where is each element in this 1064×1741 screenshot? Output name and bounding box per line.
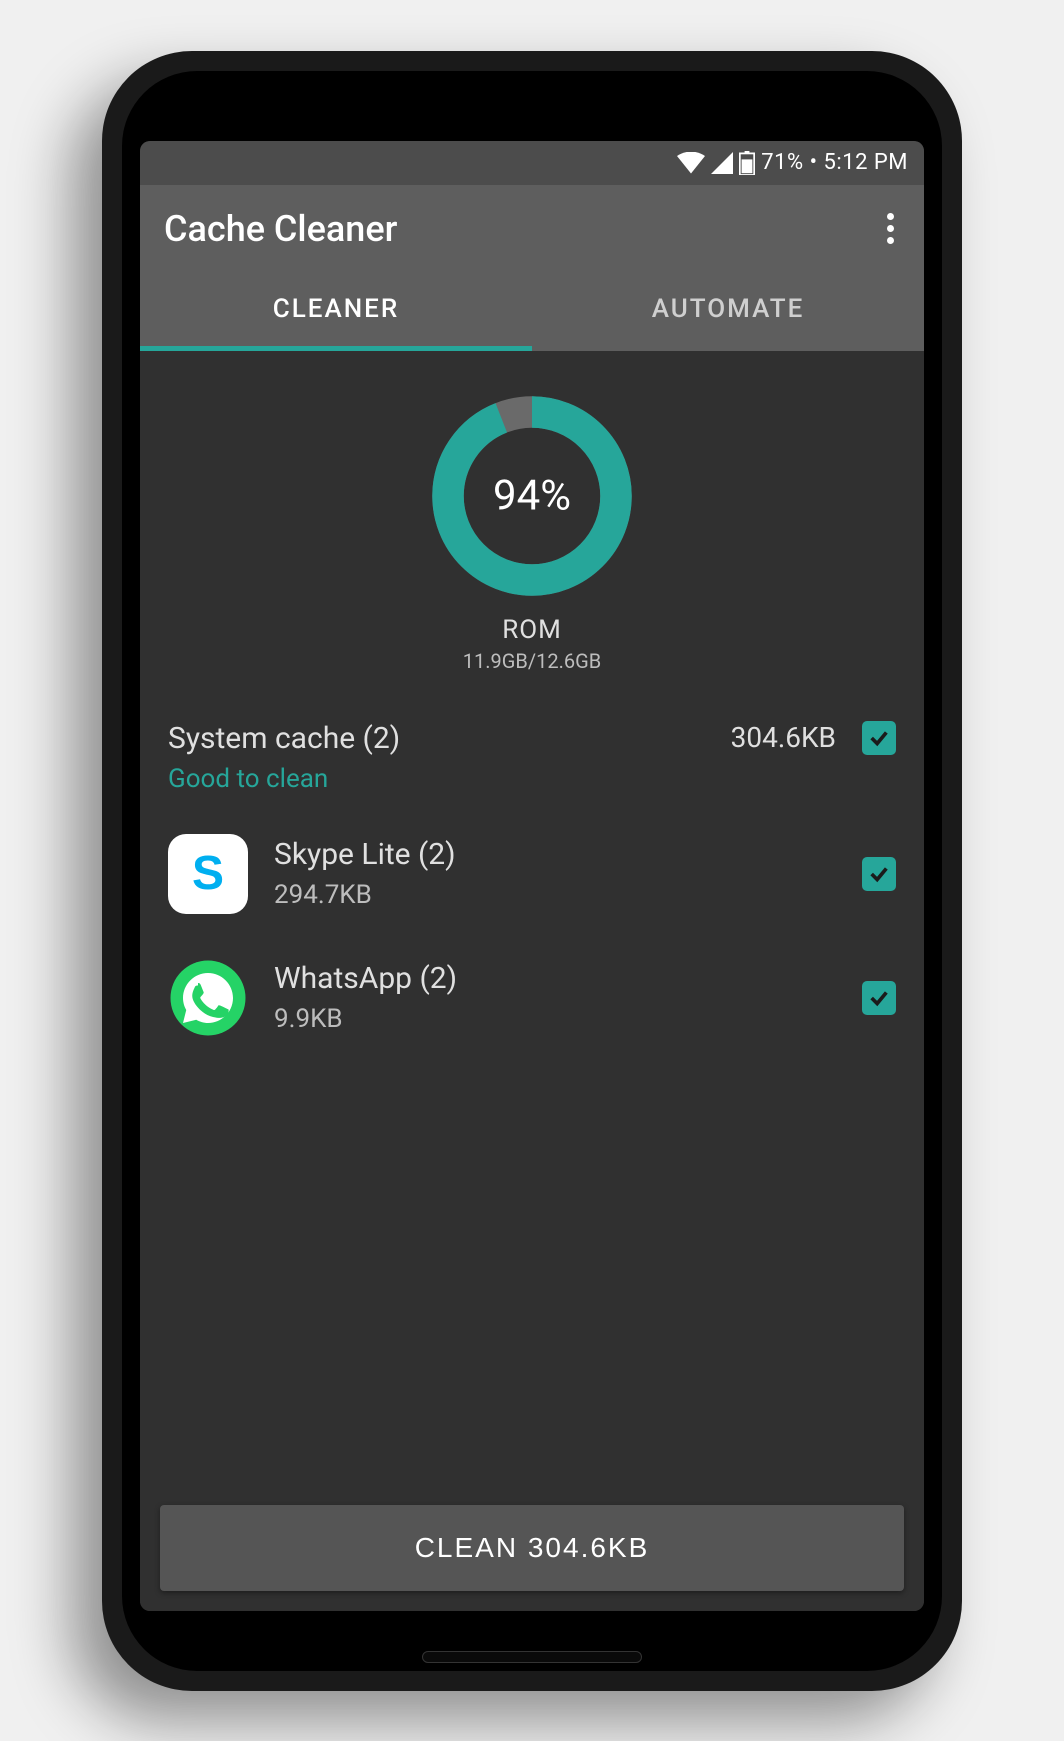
content: 94% ROM 11.9GB/12.6GB System cache (2) G…	[140, 351, 924, 1611]
app-size: 9.9KB	[274, 1004, 836, 1034]
storage-percent: 94%	[493, 471, 571, 520]
app-checkbox[interactable]	[862, 857, 896, 891]
battery-icon	[739, 151, 755, 175]
skype-icon: S	[168, 834, 248, 914]
app-size: 294.7KB	[274, 880, 836, 910]
wifi-icon	[677, 152, 705, 174]
check-icon	[868, 987, 890, 1009]
section-size: 304.6KB	[731, 721, 836, 754]
storage-ring-section: 94% ROM 11.9GB/12.6GB	[140, 381, 924, 703]
clean-bar: CLEAN 304.6KB	[140, 1485, 924, 1611]
app-name: WhatsApp (2)	[274, 961, 836, 996]
screen: 71% • 5:12 PM Cache Cleaner CLEANER AUTO…	[140, 141, 924, 1611]
storage-label: ROM	[502, 615, 562, 645]
app-title: Cache Cleaner	[164, 208, 397, 250]
clock: 5:12 PM	[824, 150, 908, 175]
storage-ring: 94%	[427, 391, 637, 601]
status-bar: 71% • 5:12 PM	[140, 141, 924, 185]
battery-percent: 71%	[761, 150, 803, 175]
storage-usage: 11.9GB/12.6GB	[463, 649, 601, 673]
section-hint: Good to clean	[168, 764, 731, 794]
phone-frame: 71% • 5:12 PM Cache Cleaner CLEANER AUTO…	[102, 51, 962, 1691]
check-icon	[868, 727, 890, 749]
phone-bezel: 71% • 5:12 PM Cache Cleaner CLEANER AUTO…	[122, 71, 942, 1671]
bottom-speaker	[422, 1651, 642, 1663]
whatsapp-icon	[168, 958, 248, 1038]
overflow-menu-button[interactable]	[881, 205, 900, 252]
cell-signal-icon	[711, 152, 733, 174]
app-bar: Cache Cleaner	[140, 185, 924, 273]
section-title: System cache (2)	[168, 721, 731, 756]
app-checkbox[interactable]	[862, 981, 896, 1015]
system-cache-section: System cache (2) Good to clean 304.6KB	[140, 703, 924, 812]
status-separator: •	[810, 150, 818, 175]
check-icon	[868, 863, 890, 885]
tabs: CLEANER AUTOMATE	[140, 273, 924, 351]
section-checkbox[interactable]	[862, 721, 896, 755]
list-item[interactable]: WhatsApp (2) 9.9KB	[140, 936, 924, 1060]
app-name: Skype Lite (2)	[274, 837, 836, 872]
clean-button[interactable]: CLEAN 304.6KB	[160, 1505, 904, 1591]
tab-cleaner[interactable]: CLEANER	[140, 273, 532, 351]
tab-automate[interactable]: AUTOMATE	[532, 273, 924, 351]
list-item[interactable]: S Skype Lite (2) 294.7KB	[140, 812, 924, 936]
